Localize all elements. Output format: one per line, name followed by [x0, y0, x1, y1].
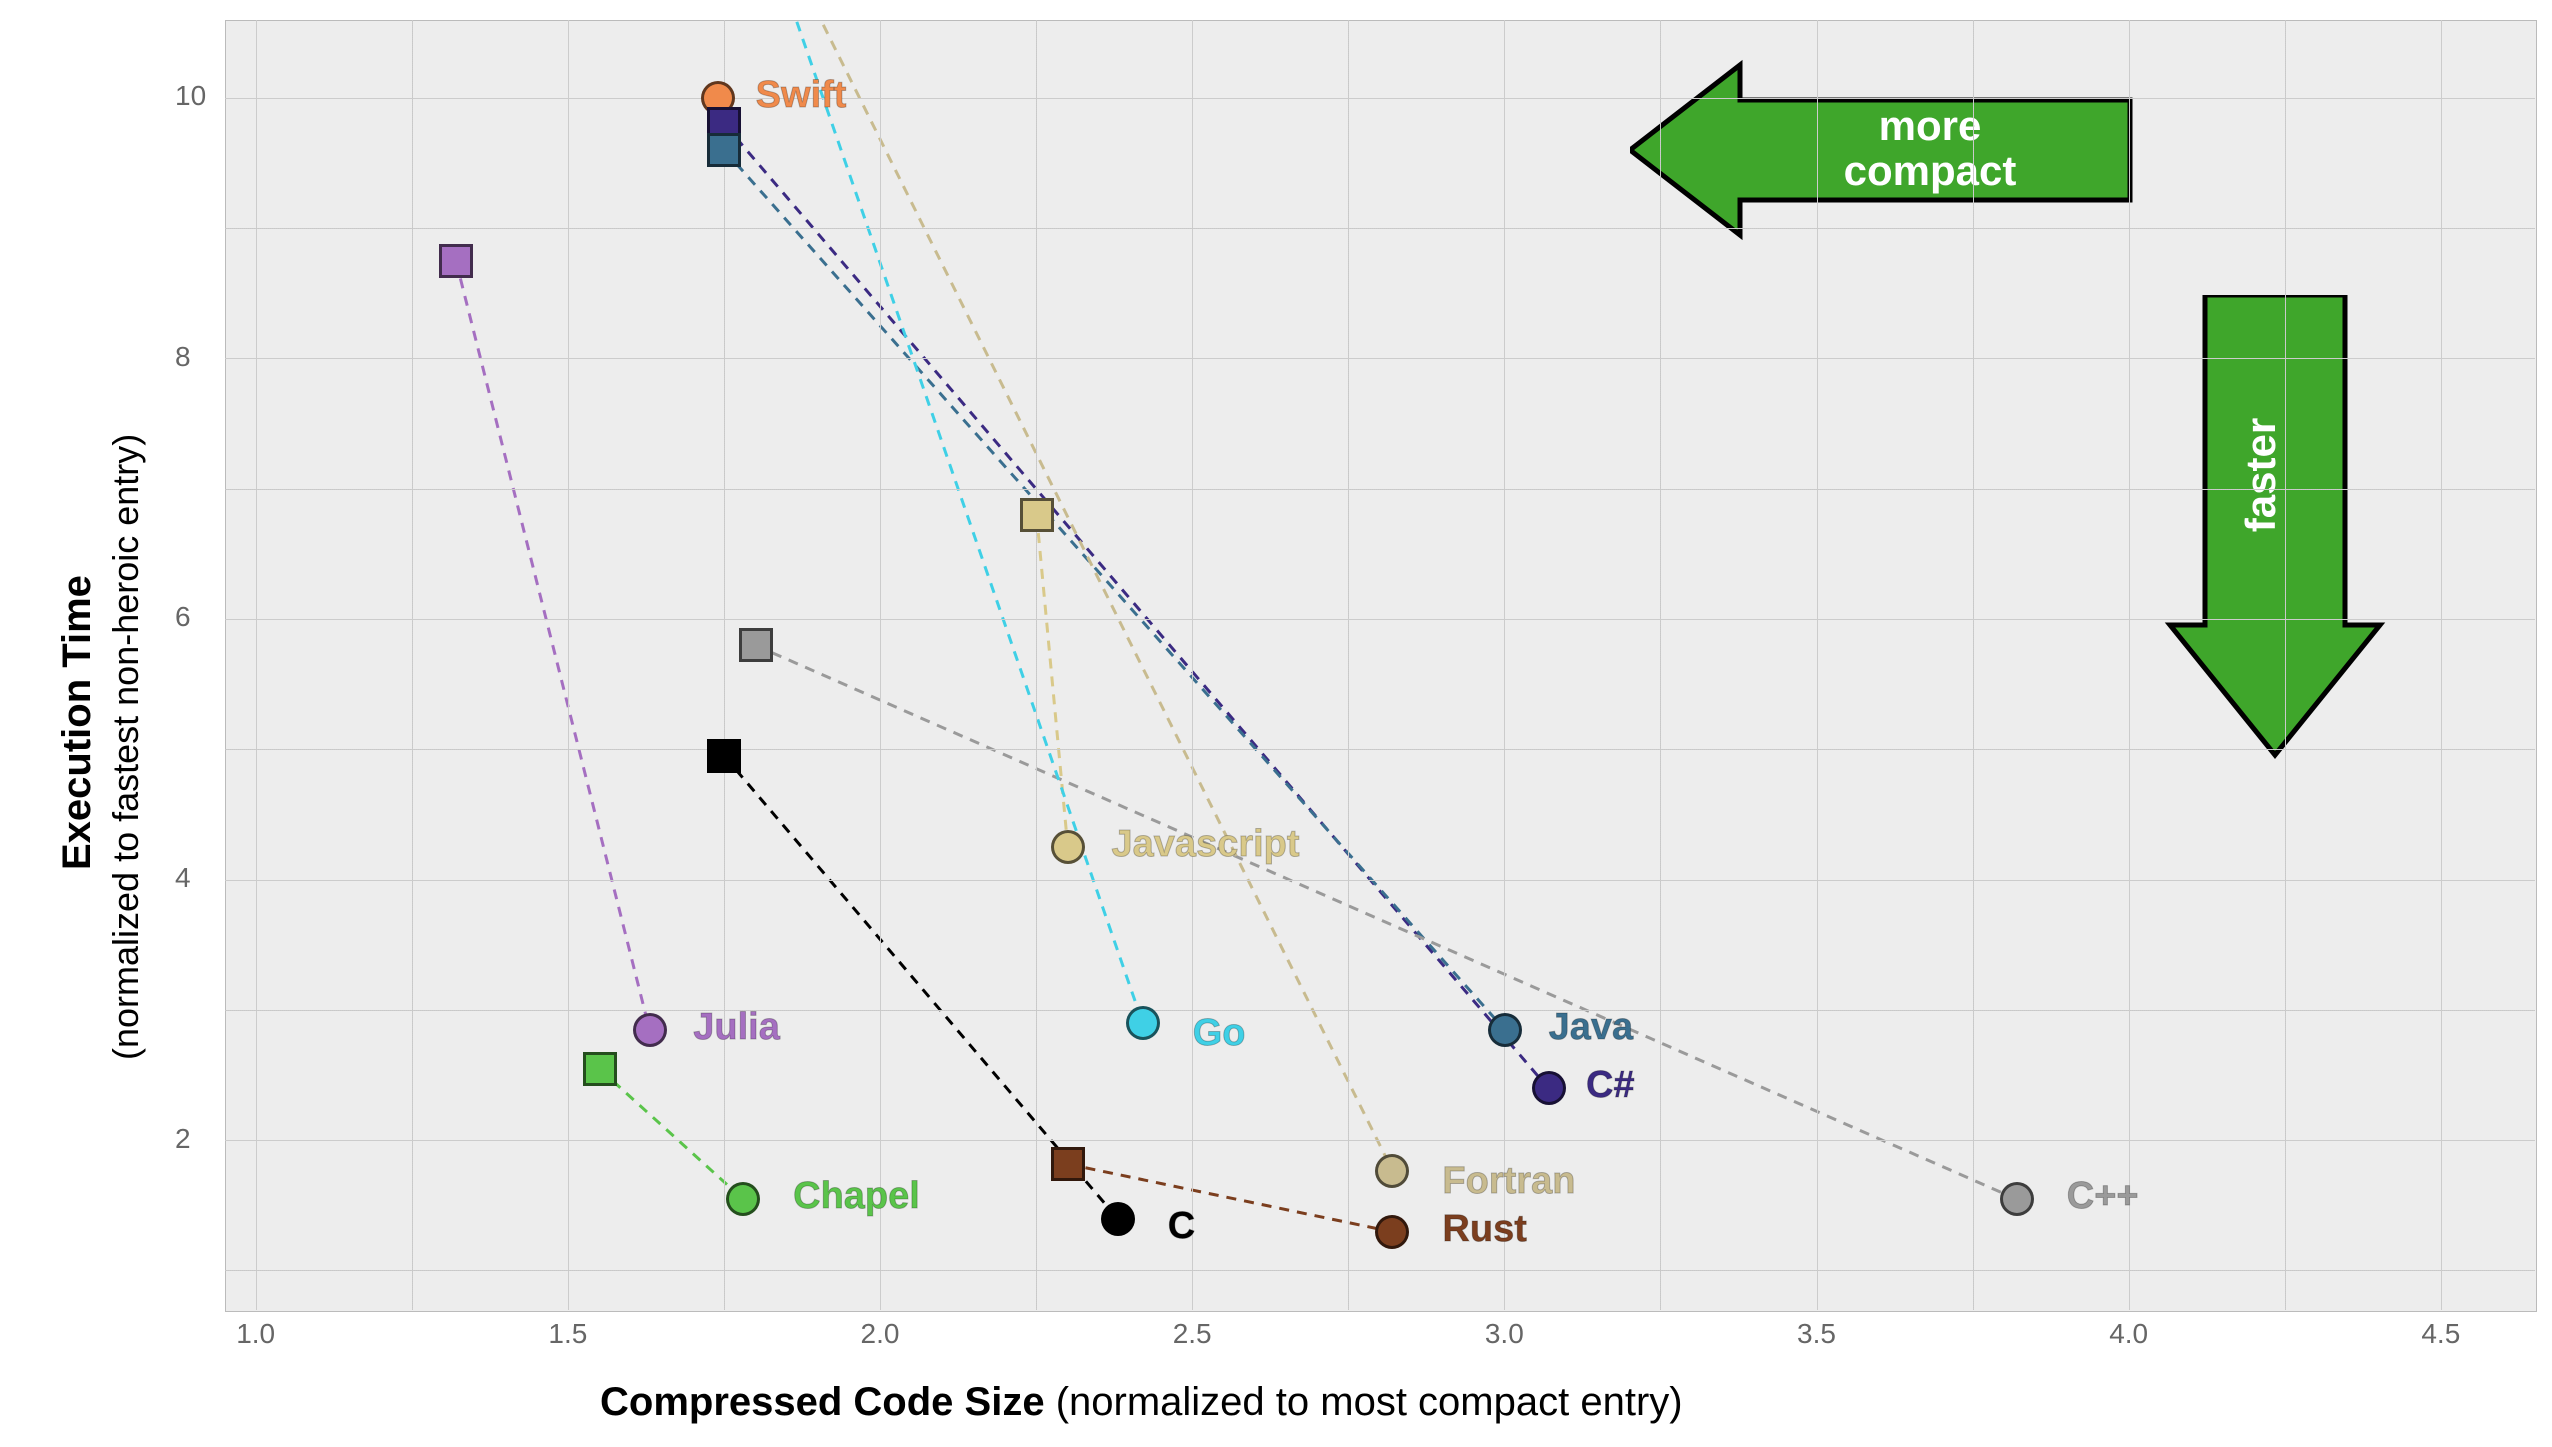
marker-circle [1488, 1013, 1522, 1047]
arrow-compact-line1: more [1879, 102, 1982, 149]
marker-circle [633, 1013, 667, 1047]
arrow-more-compact: more compact [1630, 55, 2150, 250]
y-axis-subtitle: (normalized to fastest non-heroic entry) [105, 434, 147, 1060]
x-tick-label: 4.5 [2421, 1318, 2460, 1350]
marker-square [439, 244, 473, 278]
x-tick-label: 1.5 [548, 1318, 587, 1350]
y-tick-label: 6 [175, 601, 191, 633]
marker-circle [1051, 830, 1085, 864]
x-axis-title-main: Compressed Code Size [600, 1380, 1045, 1424]
y-tick-label: 10 [175, 80, 206, 112]
marker-circle [1375, 1154, 1409, 1188]
marker-square [739, 628, 773, 662]
y-tick-label: 2 [175, 1123, 191, 1155]
y-axis-title: Execution Time [55, 575, 100, 870]
x-tick-label: 4.0 [2109, 1318, 2148, 1350]
x-axis-title: Compressed Code Size (normalized to most… [600, 1380, 1683, 1425]
x-tick-label: 3.5 [1797, 1318, 1836, 1350]
marker-square [583, 1052, 617, 1086]
x-tick-label: 1.0 [236, 1318, 275, 1350]
arrow-faster: faster [2160, 295, 2390, 770]
y-tick-label: 8 [175, 341, 191, 373]
chart-root: Execution Time (normalized to fastest no… [0, 0, 2552, 1447]
x-tick-label: 3.0 [1485, 1318, 1524, 1350]
x-axis-title-sub: (normalized to most compact entry) [1056, 1380, 1683, 1424]
x-tick-label: 2.5 [1173, 1318, 1212, 1350]
marker-circle [1532, 1071, 1566, 1105]
marker-circle [1101, 1202, 1135, 1236]
y-tick-label: 4 [175, 862, 191, 894]
marker-square [707, 739, 741, 773]
x-tick-label: 2.0 [861, 1318, 900, 1350]
marker-circle [2000, 1182, 2034, 1216]
marker-circle [1126, 1006, 1160, 1040]
marker-square [707, 133, 741, 167]
marker-square [1051, 1147, 1085, 1181]
arrow-faster-text: faster [2237, 418, 2284, 532]
marker-square [1020, 498, 1054, 532]
arrow-compact-line2: compact [1844, 147, 2017, 194]
